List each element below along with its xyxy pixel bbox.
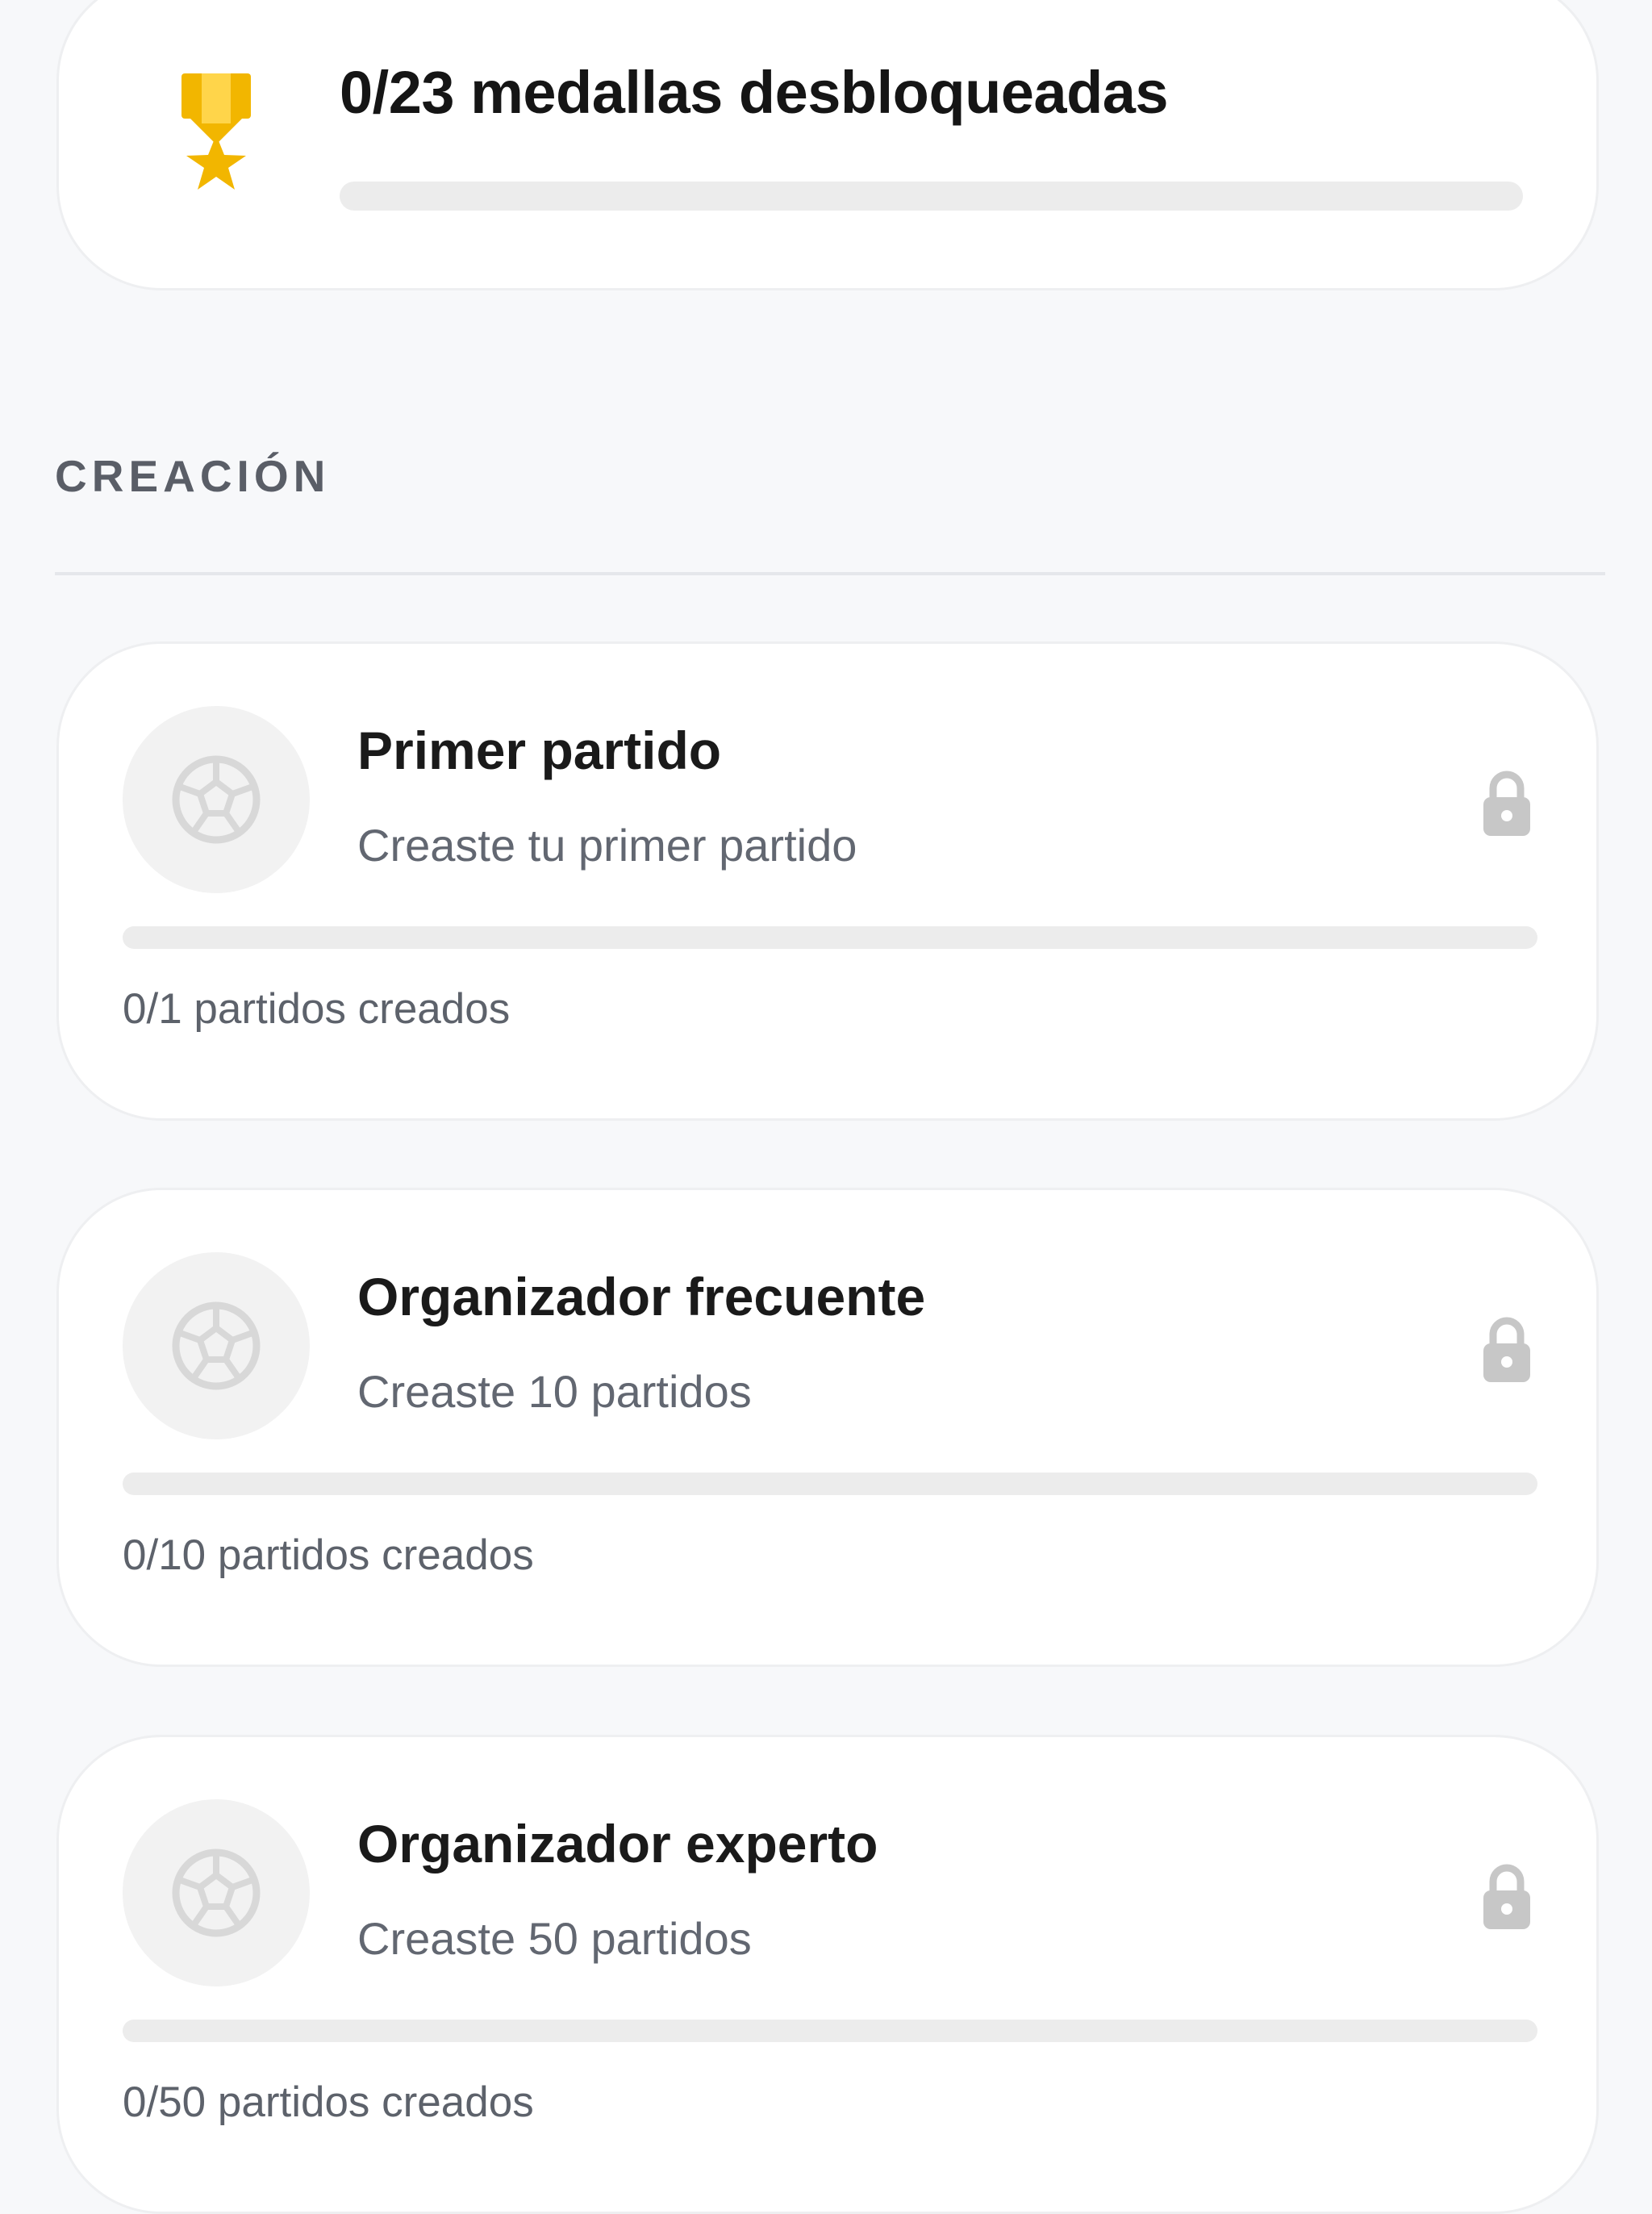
lock-icon [1483,1317,1530,1382]
medal-description: Creaste 10 partidos [357,1366,752,1417]
lock-icon [1483,1864,1530,1929]
medal-progress-text: 0/50 partidos creados [123,2078,534,2126]
medal-title: Organizador frecuente [357,1267,926,1326]
medal-badge [123,1799,310,1986]
soccer-ball-icon [172,755,261,844]
summary-progress-track [340,182,1523,211]
section-title-creation: CREACIÓN [55,451,331,501]
medals-summary-card: 0/23 medallas desbloqueadas [56,0,1599,290]
medal-progress-track [123,1473,1537,1495]
soccer-ball-icon [172,1301,261,1390]
soccer-ball-icon [172,1848,261,1937]
unlocked-medals-count: 0/23 medallas desbloqueadas [340,59,1169,126]
medal-description: Creaste tu primer partido [357,820,857,871]
medal-title: Organizador experto [357,1814,878,1874]
lock-icon [1483,771,1530,836]
medal-card-primer-partido[interactable]: Primer partido Creaste tu primer partido… [56,641,1599,1121]
section-divider [55,572,1605,575]
medal-description: Creaste 50 partidos [357,1913,752,1964]
medal-badge [123,706,310,893]
medal-title: Primer partido [357,721,722,780]
medal-progress-track [123,2020,1537,2042]
medal-card-organizador-experto[interactable]: Organizador experto Creaste 50 partidos … [56,1735,1599,2214]
medal-progress-track [123,926,1537,949]
medal-progress-text: 0/10 partidos creados [123,1531,534,1579]
medal-icon [181,73,251,190]
medal-badge [123,1252,310,1439]
medal-progress-text: 0/1 partidos creados [123,985,511,1033]
medal-card-organizador-frecuente[interactable]: Organizador frecuente Creaste 10 partido… [56,1188,1599,1667]
